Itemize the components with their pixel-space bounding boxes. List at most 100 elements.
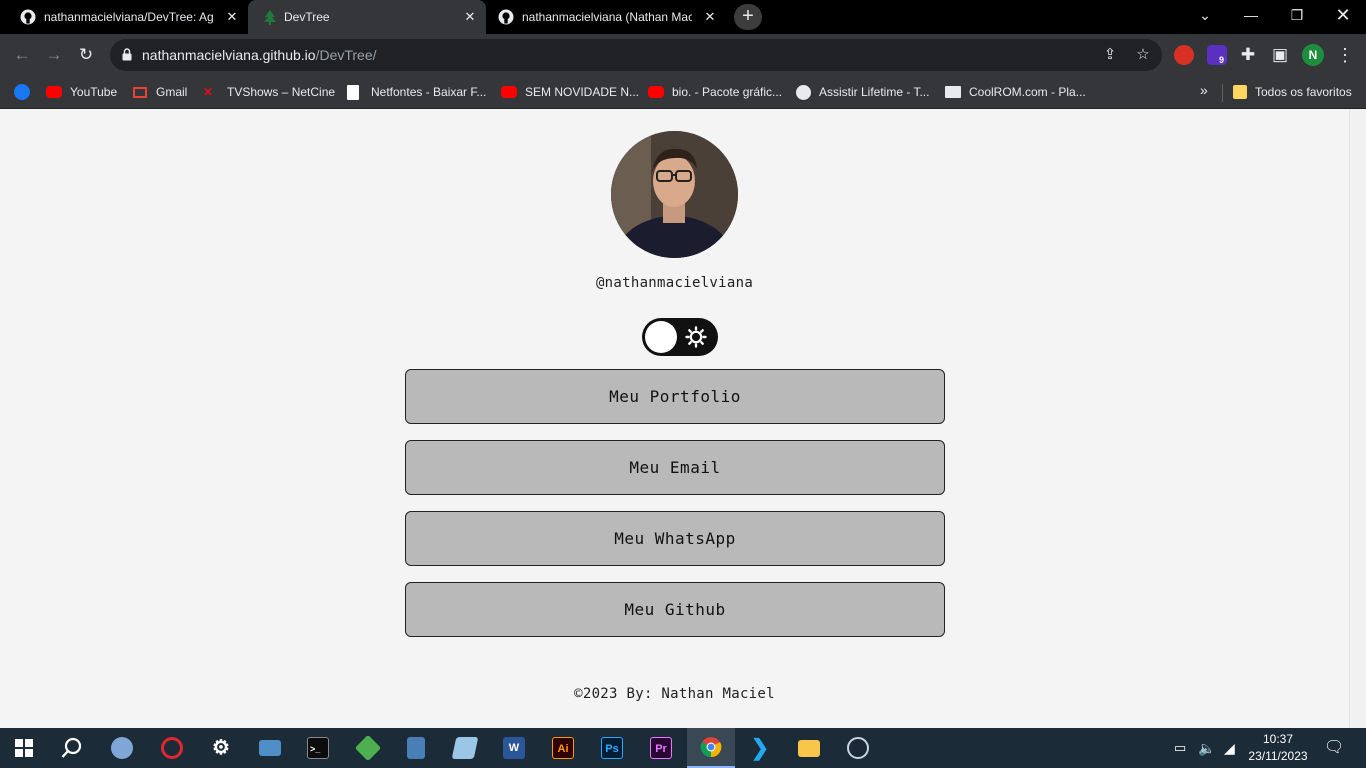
extension-badge-count: 9 — [1216, 55, 1228, 65]
clock-date: 23/11/2023 — [1248, 749, 1308, 763]
browser-toolbar: ← → ↻ nathanmacielviana.github.io/DevTre… — [0, 34, 1366, 76]
github-icon — [20, 9, 36, 25]
bookmark-label: YouTube — [70, 85, 118, 99]
extensions-puzzle-icon[interactable]: ✚ — [1236, 43, 1260, 67]
lock-icon[interactable] — [122, 48, 132, 61]
bookmark-coolrom[interactable]: CoolROM.com - Pla... — [945, 81, 1086, 103]
bookmarks-overflow-chevron-icon[interactable]: » — [1200, 82, 1208, 98]
calculator-icon[interactable] — [392, 728, 440, 768]
volume-icon[interactable]: 🔈 — [1198, 728, 1215, 768]
bookmark-label: bio. - Pacote gráfic... — [672, 85, 783, 99]
windows-start-icon[interactable] — [0, 728, 48, 768]
url-text[interactable]: nathanmacielviana.github.io/DevTree/ — [142, 47, 377, 63]
sun-icon — [685, 326, 707, 348]
bookmark-facebook[interactable] — [14, 81, 30, 103]
forward-arrow-icon[interactable]: → — [42, 43, 66, 67]
paint-icon[interactable] — [98, 728, 146, 768]
youtube-icon — [46, 86, 62, 98]
extension-badge-icon[interactable]: 9 — [1207, 45, 1228, 65]
tab-search-chevron-icon[interactable]: ⌄ — [1182, 0, 1228, 30]
tab-strip: nathanmacielviana/DevTree: Agr ✕ DevTree… — [0, 0, 1366, 34]
github-link-button[interactable]: Meu Github — [405, 582, 945, 637]
vscode-icon[interactable]: ❯ — [736, 728, 784, 768]
settings-icon[interactable]: ⚙ — [197, 728, 245, 768]
search-icon[interactable] — [48, 728, 96, 768]
tab-devtree-active[interactable]: DevTree ✕ — [248, 0, 486, 34]
profile-handle: @nathanmacielviana — [595, 275, 754, 291]
photoshop-icon[interactable]: Ps — [588, 728, 636, 768]
theme-toggle[interactable] — [642, 318, 718, 356]
url-path: /DevTree/ — [315, 47, 377, 63]
wifi-icon[interactable]: ◢ — [1224, 728, 1235, 768]
bookmarks-bar: YouTube Gmail ✕ TVShows – NetCine Netfont… — [0, 76, 1366, 109]
restore-icon[interactable]: ❐ — [1274, 0, 1320, 30]
bookmark-bio[interactable]: bio. - Pacote gráfic... — [648, 81, 782, 103]
whatsapp-link-button[interactable]: Meu WhatsApp — [405, 511, 945, 566]
tab-title: nathanmacielviana/DevTree: Agr — [44, 10, 214, 24]
profile-photo — [611, 131, 738, 258]
close-icon[interactable]: ✕ — [462, 9, 478, 25]
tree-icon — [264, 10, 276, 25]
close-icon[interactable]: ✕ — [702, 9, 718, 25]
profile-avatar[interactable]: N — [1302, 44, 1324, 66]
chrome-icon[interactable] — [687, 728, 735, 768]
bookmark-youtube[interactable]: YouTube — [46, 81, 117, 103]
explorer-icon[interactable] — [785, 728, 833, 768]
premiere-icon[interactable]: Pr — [637, 728, 685, 768]
windows-taskbar: ⚙ >_ W Ai Ps Pr ❯ ▭ 🔈 ◢ 10:37 23/11/2023… — [0, 728, 1366, 768]
bookmark-sem-novidade[interactable]: SEM NOVIDADE N... — [501, 81, 639, 103]
illustrator-icon[interactable]: Ai — [539, 728, 587, 768]
bookmark-label: Assistir Lifetime - T... — [819, 85, 930, 99]
bookmarks-divider — [1222, 84, 1223, 102]
netcine-icon: ✕ — [203, 85, 214, 99]
steam-icon[interactable] — [834, 728, 882, 768]
side-panel-icon[interactable]: ▣ — [1268, 43, 1292, 67]
notifications-icon[interactable]: 🗨 — [1324, 728, 1344, 768]
all-bookmarks-folder[interactable]: Todos os favoritos — [1233, 81, 1352, 103]
tab-github-profile[interactable]: nathanmacielviana (Nathan Mac ✕ — [486, 0, 726, 34]
file-manager-icon[interactable] — [246, 728, 294, 768]
kebab-menu-icon[interactable]: ⋮ — [1336, 44, 1354, 66]
youtube-icon — [648, 86, 664, 98]
gmail-icon — [133, 86, 147, 98]
netfontes-icon — [347, 84, 359, 100]
new-tab-button[interactable]: + — [734, 4, 762, 30]
close-icon[interactable]: ✕ — [224, 9, 240, 25]
bookmark-label: Todos os favoritos — [1255, 85, 1352, 99]
bookmark-gmail[interactable]: Gmail — [133, 81, 187, 103]
coolrom-icon — [945, 86, 961, 98]
youtube-icon — [501, 86, 517, 98]
bookmark-netcine[interactable]: ✕ TVShows – NetCine — [203, 81, 335, 103]
window-close-icon[interactable]: ✕ — [1320, 0, 1366, 30]
opera-icon[interactable] — [148, 728, 196, 768]
bookmark-star-icon[interactable]: ☆ — [1134, 46, 1152, 64]
terminal-icon[interactable]: >_ — [294, 728, 342, 768]
share-icon[interactable]: ⇪ — [1101, 46, 1119, 64]
bookmark-label: Netfontes - Baixar F... — [371, 85, 487, 99]
globe-icon — [796, 84, 811, 100]
page-scrollbar[interactable] — [1349, 109, 1366, 728]
bookmark-label: SEM NOVIDADE N... — [525, 85, 640, 99]
tab-title: DevTree — [284, 10, 330, 24]
facebook-icon — [14, 84, 30, 100]
minimize-icon[interactable]: — — [1228, 0, 1274, 30]
bookmark-lifetime[interactable]: Assistir Lifetime - T... — [796, 81, 929, 103]
page-footer: ©2023 By: Nathan Maciel — [574, 686, 775, 702]
clock-time: 10:37 — [1262, 732, 1294, 746]
github-icon — [498, 9, 514, 25]
portfolio-link-button[interactable]: Meu Portfolio — [405, 369, 945, 424]
email-link-button[interactable]: Meu Email — [405, 440, 945, 495]
back-arrow-icon[interactable]: ← — [10, 43, 34, 67]
bookmark-netfontes[interactable]: Netfontes - Baixar F... — [347, 81, 486, 103]
tab-devtree-repo[interactable]: nathanmacielviana/DevTree: Agr ✕ — [0, 0, 248, 34]
url-host: nathanmacielviana.github.io — [142, 47, 316, 63]
taskbar-clock[interactable]: 10:37 23/11/2023 — [1246, 731, 1310, 765]
notes-icon[interactable] — [441, 728, 489, 768]
cube-app-icon[interactable] — [344, 728, 392, 768]
battery-icon[interactable]: ▭ — [1174, 728, 1186, 768]
folder-icon — [1233, 85, 1247, 99]
reload-icon[interactable]: ↻ — [74, 43, 98, 67]
adblock-extension-icon[interactable] — [1174, 45, 1194, 65]
address-bar[interactable]: nathanmacielviana.github.io/DevTree/ ⇪ ☆ — [110, 39, 1162, 71]
word-icon[interactable]: W — [490, 728, 538, 768]
